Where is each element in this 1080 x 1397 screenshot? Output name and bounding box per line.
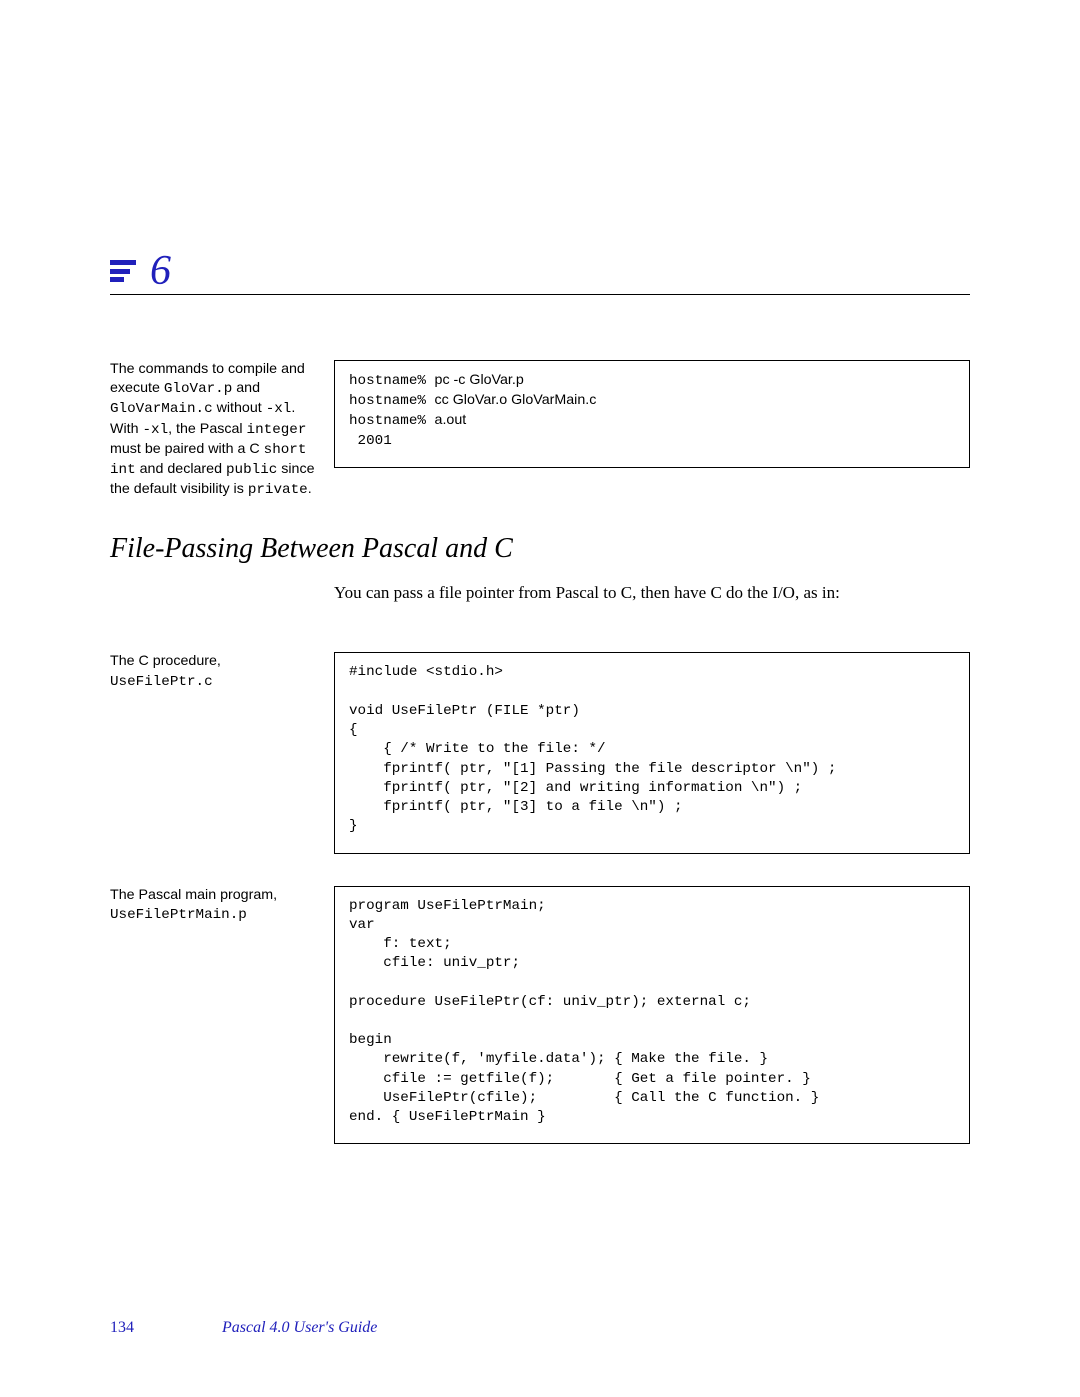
book-title: Pascal 4.0 User's Guide [222,1319,377,1337]
page-footer: 134 Pascal 4.0 User's Guide [110,1319,970,1337]
sidebar-pascal-program: The Pascal main program,UseFilePtrMain.p [110,886,316,925]
chapter-heading: 6 [110,250,970,295]
sidebar-compile-note: The commands to compile and execute GloV… [110,360,316,501]
chapter-number: 6 [150,250,171,292]
section-title: File-Passing Between Pascal and C [110,533,970,565]
code-compile-output: hostname% pc -c GloVar.p hostname% cc Gl… [334,360,970,468]
section-intro: You can pass a file pointer from Pascal … [334,581,970,605]
example-block-c-procedure: The C procedure,UseFilePtr.c #include <s… [110,652,970,853]
example-block-pascal-program: The Pascal main program,UseFilePtrMain.p… [110,886,970,1145]
code-c-procedure: #include <stdio.h> void UseFilePtr (FILE… [334,652,970,853]
example-block-commands: The commands to compile and execute GloV… [110,360,970,501]
code-pascal-program: program UseFilePtrMain; var f: text; cfi… [334,886,970,1145]
page-number: 134 [110,1319,134,1337]
sidebar-c-procedure: The C procedure,UseFilePtr.c [110,652,316,691]
chapter-icon [110,260,136,282]
